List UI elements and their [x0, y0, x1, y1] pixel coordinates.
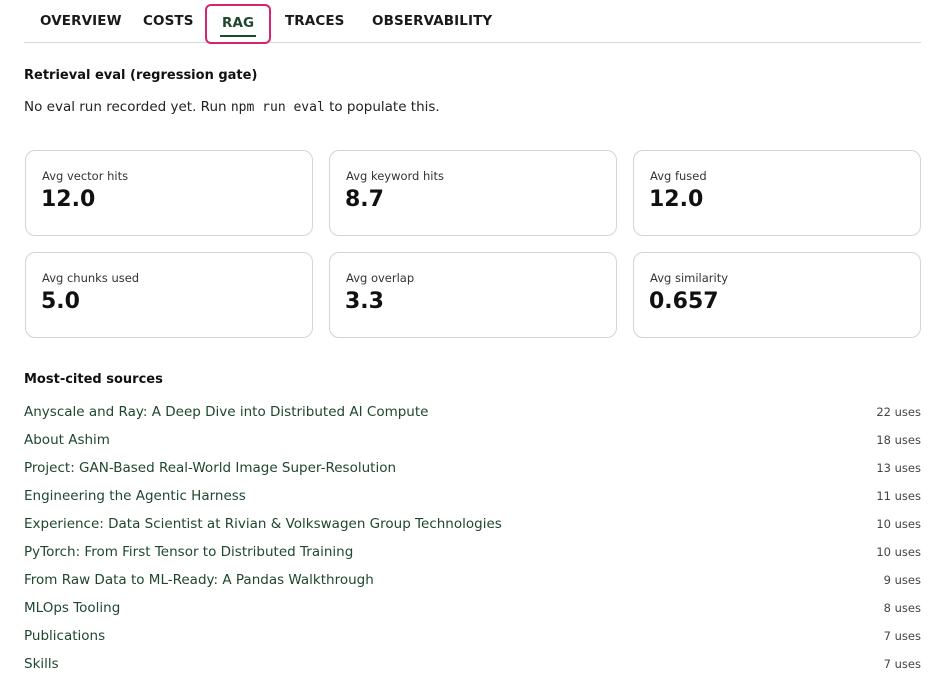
list-item: Experience: Data Scientist at Rivian & V… — [24, 510, 921, 538]
eval-section-title: Retrieval eval (regression gate) — [24, 68, 258, 83]
source-link[interactable]: Publications — [24, 628, 105, 644]
tab-rag[interactable]: RAG — [205, 4, 272, 44]
metric-card-overlap: Avg overlap 3.3 — [329, 252, 617, 338]
source-uses-count: 10 uses — [876, 517, 921, 531]
source-link[interactable]: Experience: Data Scientist at Rivian & V… — [24, 516, 502, 532]
source-uses-count: 8 uses — [883, 601, 921, 615]
list-item: Anyscale and Ray: A Deep Dive into Distr… — [24, 398, 921, 426]
metric-label: Avg vector hits — [42, 169, 129, 183]
list-item: From Raw Data to ML-Ready: A Pandas Walk… — [24, 566, 921, 594]
metric-value: 8.7 — [345, 187, 384, 212]
source-uses-count: 13 uses — [876, 461, 921, 475]
source-uses-count: 10 uses — [876, 545, 921, 559]
source-uses-count: 9 uses — [883, 573, 921, 587]
source-uses-count: 18 uses — [876, 433, 921, 447]
list-item: Project: GAN-Based Real-World Image Supe… — [24, 454, 921, 482]
sources-section-title: Most-cited sources — [24, 372, 163, 387]
metric-value: 0.657 — [649, 289, 719, 314]
source-link[interactable]: Skills — [24, 656, 59, 672]
tab-traces[interactable]: TRACES — [269, 4, 361, 42]
eval-text-after: to populate this. — [324, 99, 440, 115]
metric-label: Avg fused — [650, 169, 707, 183]
source-link[interactable]: From Raw Data to ML-Ready: A Pandas Walk… — [24, 572, 374, 588]
list-item: MLOps Tooling 8 uses — [24, 594, 921, 622]
tab-observability[interactable]: OBSERVABILITY — [356, 4, 508, 42]
list-item: Publications 7 uses — [24, 622, 921, 650]
source-link[interactable]: About Ashim — [24, 432, 110, 448]
metric-value: 5.0 — [41, 289, 80, 314]
metric-label: Avg keyword hits — [346, 169, 444, 183]
source-link[interactable]: Anyscale and Ray: A Deep Dive into Distr… — [24, 404, 428, 420]
metric-card-keyword-hits: Avg keyword hits 8.7 — [329, 150, 617, 236]
metric-label: Avg chunks used — [42, 271, 140, 285]
list-item: PyTorch: From First Tensor to Distribute… — [24, 538, 921, 566]
list-item: About Ashim 18 uses — [24, 426, 921, 454]
metric-card-similarity: Avg similarity 0.657 — [633, 252, 921, 338]
source-link[interactable]: PyTorch: From First Tensor to Distribute… — [24, 544, 353, 560]
source-uses-count: 7 uses — [883, 629, 921, 643]
tab-bar: OVERVIEW COSTS RAG TRACES OBSERVABILITY — [24, 0, 921, 44]
list-item: Engineering the Agentic Harness 11 uses — [24, 482, 921, 510]
metric-card-vector-hits: Avg vector hits 12.0 — [25, 150, 313, 236]
list-item: Skills 7 uses — [24, 650, 921, 678]
metric-value: 12.0 — [41, 187, 96, 212]
source-link[interactable]: Engineering the Agentic Harness — [24, 488, 246, 504]
metric-value: 12.0 — [649, 187, 704, 212]
tab-overview[interactable]: OVERVIEW — [24, 4, 138, 42]
source-uses-count: 11 uses — [876, 489, 921, 503]
metric-card-fused: Avg fused 12.0 — [633, 150, 921, 236]
tab-costs[interactable]: COSTS — [127, 4, 210, 42]
sources-list: Anyscale and Ray: A Deep Dive into Distr… — [24, 398, 921, 678]
eval-text-before: No eval run recorded yet. Run — [24, 99, 231, 115]
eval-command: npm run eval — [230, 100, 325, 115]
source-link[interactable]: Project: GAN-Based Real-World Image Supe… — [24, 460, 396, 476]
eval-status-text: No eval run recorded yet. Run npm run ev… — [24, 99, 440, 115]
metric-card-chunks-used: Avg chunks used 5.0 — [25, 252, 313, 338]
source-uses-count: 22 uses — [876, 405, 921, 419]
metric-label: Avg similarity — [650, 271, 729, 285]
source-uses-count: 7 uses — [883, 657, 921, 671]
metric-label: Avg overlap — [346, 271, 415, 285]
source-link[interactable]: MLOps Tooling — [24, 600, 120, 616]
metric-value: 3.3 — [345, 289, 384, 314]
